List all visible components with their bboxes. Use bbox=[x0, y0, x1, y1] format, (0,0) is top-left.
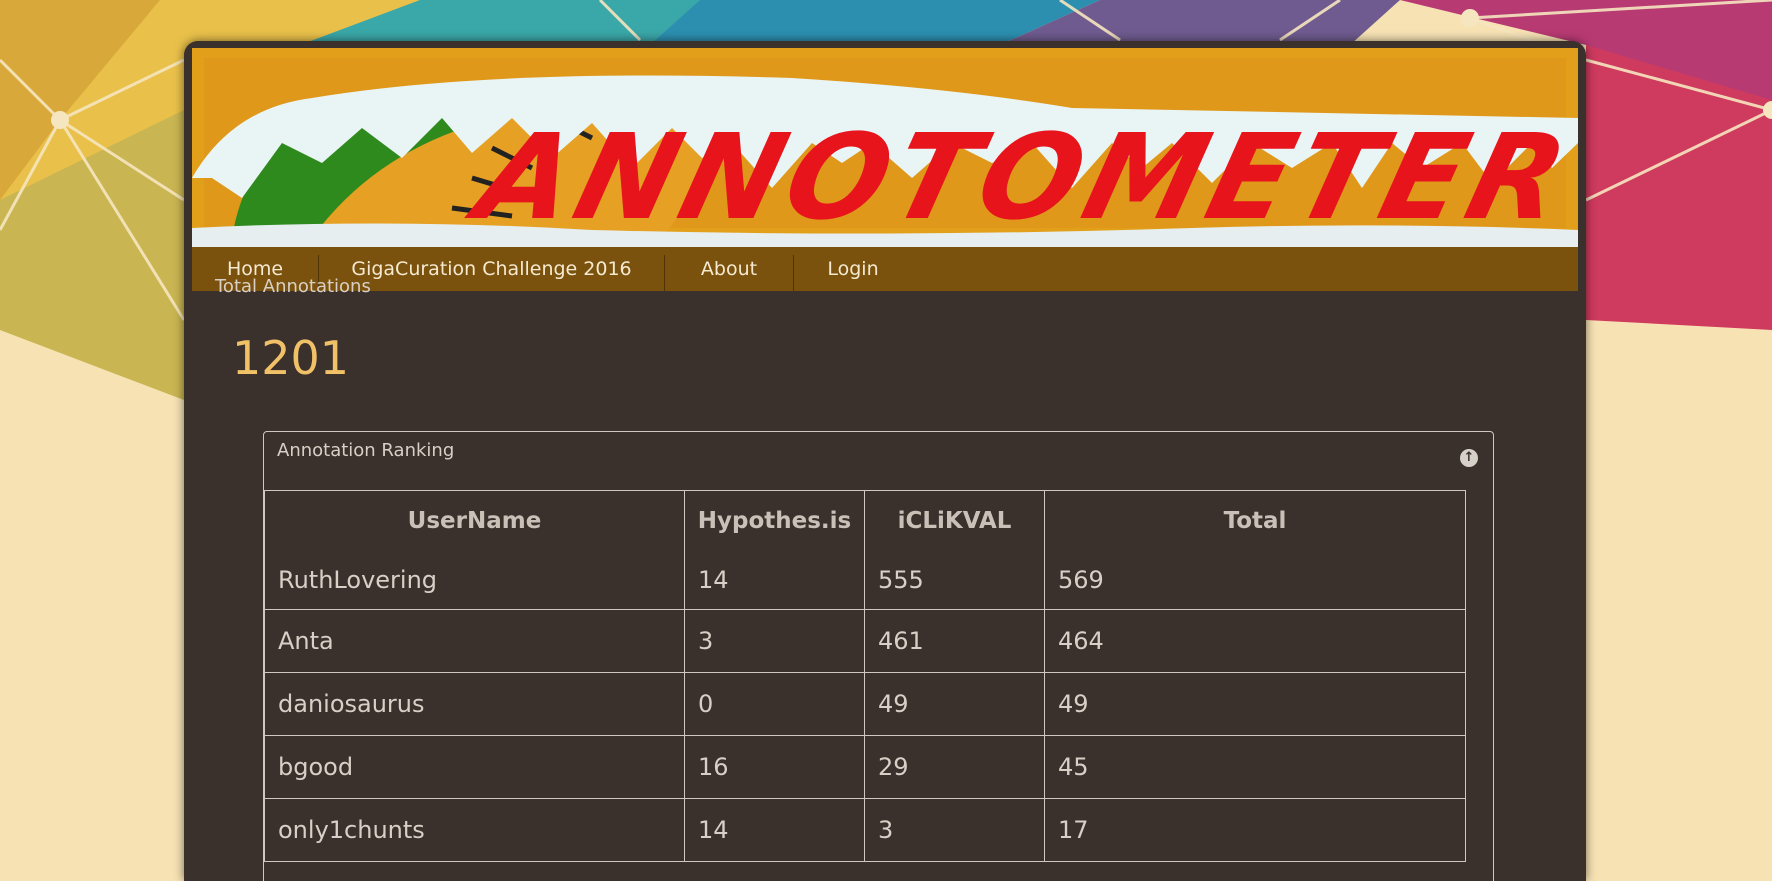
cell-iclikval: 461 bbox=[864, 609, 1045, 673]
main-nav: Home GigaCuration Challenge 2016 About L… bbox=[192, 247, 1578, 291]
annotation-ranking-panel: Annotation Ranking ↑ UserName Hypothes.i… bbox=[263, 431, 1494, 881]
total-annotations-label: Total Annotations bbox=[215, 276, 371, 297]
cell-iclikval: 3 bbox=[864, 798, 1045, 862]
table-row: Anta 3 461 464 bbox=[264, 609, 1466, 673]
ranking-table: UserName Hypothes.is iCLiKVAL Total Ruth… bbox=[264, 490, 1466, 862]
cell-iclikval: 49 bbox=[864, 672, 1045, 736]
cell-hypothesis: 14 bbox=[684, 798, 865, 862]
cell-username: daniosaurus bbox=[264, 672, 685, 736]
table-header-row: UserName Hypothes.is iCLiKVAL Total bbox=[264, 490, 1466, 551]
banner-title: ANNOTOMETER bbox=[464, 108, 1578, 246]
cell-username: bgood bbox=[264, 735, 685, 799]
column-header-username[interactable]: UserName bbox=[264, 490, 685, 551]
nav-item-about[interactable]: About bbox=[665, 247, 793, 291]
nav-item-login[interactable]: Login bbox=[794, 247, 912, 291]
cell-iclikval: 555 bbox=[864, 551, 1045, 610]
total-annotations-value: 1201 bbox=[232, 331, 350, 385]
cell-total: 49 bbox=[1044, 672, 1466, 736]
cell-hypothesis: 3 bbox=[684, 609, 865, 673]
table-row: daniosaurus 0 49 49 bbox=[264, 672, 1466, 736]
cell-username: RuthLovering bbox=[264, 551, 685, 610]
site-banner: ANNOTOMETER bbox=[192, 48, 1578, 247]
cell-hypothesis: 0 bbox=[684, 672, 865, 736]
column-header-total[interactable]: Total bbox=[1044, 490, 1466, 551]
table-row: bgood 16 29 45 bbox=[264, 735, 1466, 799]
page-container: ANNOTOMETER Home GigaCuration Challenge … bbox=[184, 41, 1586, 881]
cell-hypothesis: 14 bbox=[684, 551, 865, 610]
cell-username: Anta bbox=[264, 609, 685, 673]
cell-iclikval: 29 bbox=[864, 735, 1045, 799]
cell-total: 569 bbox=[1044, 551, 1466, 610]
cell-total: 17 bbox=[1044, 798, 1466, 862]
cell-total: 45 bbox=[1044, 735, 1466, 799]
cell-total: 464 bbox=[1044, 609, 1466, 673]
cell-hypothesis: 16 bbox=[684, 735, 865, 799]
table-row: RuthLovering 14 555 569 bbox=[264, 551, 1466, 610]
table-row: only1chunts 14 3 17 bbox=[264, 798, 1466, 862]
circle-arrow-up-icon[interactable]: ↑ bbox=[1460, 449, 1478, 467]
panel-title: Annotation Ranking bbox=[277, 440, 455, 461]
column-header-hypothesis[interactable]: Hypothes.is bbox=[684, 490, 865, 551]
cell-username: only1chunts bbox=[264, 798, 685, 862]
column-header-iclikval[interactable]: iCLiKVAL bbox=[864, 490, 1045, 551]
